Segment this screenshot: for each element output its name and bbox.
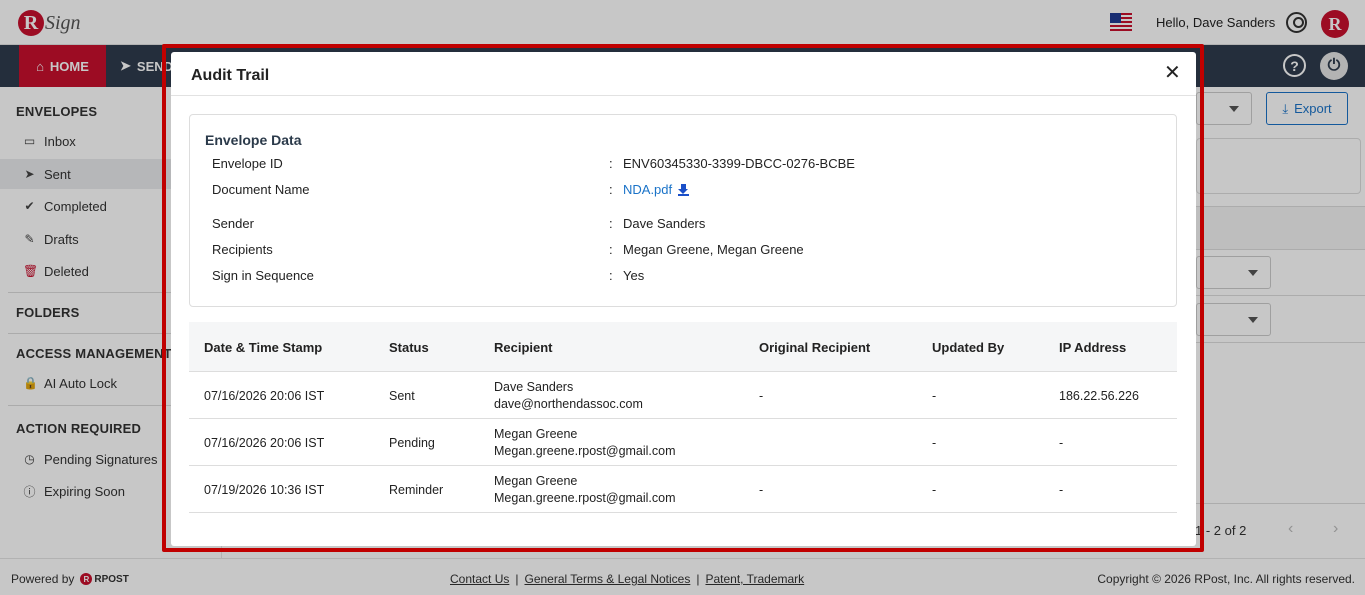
status-cell: Sent <box>389 388 415 403</box>
document-name-value[interactable]: NDA.pdf <box>623 182 672 197</box>
sender-value: Dave Sanders <box>623 216 706 231</box>
row-label: Sender <box>212 216 254 231</box>
table-row: 07/19/2026 10:36 IST Reminder Megan Gree… <box>189 466 1177 513</box>
recipient-cell: Megan Greene Megan.greene.rpost@gmail.co… <box>494 419 676 466</box>
close-icon[interactable]: ✕ <box>1164 63 1181 83</box>
audit-trail-modal: Audit Trail ✕ Envelope Data Envelope ID … <box>171 52 1196 546</box>
row-colon: : <box>609 242 613 257</box>
ip-address-cell: 186.22.56.226 <box>1059 388 1139 403</box>
row-label: Recipients <box>212 242 273 257</box>
updated-by-cell: - <box>932 482 937 497</box>
document-name-row: Document Name : NDA.pdf <box>190 182 1178 200</box>
original-recipient-cell: - <box>759 482 764 497</box>
status-cell: Reminder <box>389 482 444 497</box>
sender-row: Sender : Dave Sanders <box>190 216 1178 234</box>
col-header: Updated By <box>932 339 1005 355</box>
col-header: IP Address <box>1059 339 1127 355</box>
envelope-data-title: Envelope Data <box>205 132 302 148</box>
row-label: Document Name <box>212 182 310 197</box>
row-label: Envelope ID <box>212 156 283 171</box>
ip-address-cell: - <box>1059 482 1064 497</box>
modal-header: Audit Trail ✕ <box>171 52 1196 96</box>
date-cell: 07/16/2026 20:06 IST <box>204 388 325 403</box>
date-cell: 07/19/2026 10:36 IST <box>204 482 325 497</box>
original-recipient-cell: - <box>759 388 764 403</box>
ip-address-cell: - <box>1059 435 1064 450</box>
recipient-cell: Dave Sanders dave@northendassoc.com <box>494 372 643 419</box>
sign-in-sequence-value: Yes <box>623 268 645 283</box>
recipient-email: Megan.greene.rpost@gmail.com <box>494 491 676 505</box>
recipients-row: Recipients : Megan Greene, Megan Greene <box>190 242 1178 260</box>
envelope-id-value: ENV60345330-3399-DBCC-0276-BCBE <box>623 156 855 171</box>
col-header: Original Recipient <box>759 339 871 355</box>
recipient-cell: Megan Greene Megan.greene.rpost@gmail.co… <box>494 466 676 513</box>
status-cell: Pending <box>389 435 435 450</box>
recipient-name: Dave Sanders <box>494 380 574 394</box>
col-header: Date & Time Stamp <box>204 339 323 355</box>
document-link[interactable]: NDA.pdf <box>623 182 690 197</box>
recipient-name: Megan Greene <box>494 474 578 488</box>
recipient-email: Megan.greene.rpost@gmail.com <box>494 444 676 458</box>
updated-by-cell: - <box>932 435 937 450</box>
recipient-email: dave@northendassoc.com <box>494 397 643 411</box>
row-colon: : <box>609 268 613 283</box>
date-cell: 07/16/2026 20:06 IST <box>204 435 325 450</box>
row-colon: : <box>609 182 613 197</box>
row-colon: : <box>609 216 613 231</box>
table-header: Date & Time Stamp Status Recipient Origi… <box>189 322 1177 372</box>
envelope-data-card: Envelope Data Envelope ID : ENV60345330-… <box>189 114 1177 307</box>
row-colon: : <box>609 156 613 171</box>
recipients-value: Megan Greene, Megan Greene <box>623 242 804 257</box>
table-row: 07/16/2026 20:06 IST Sent Dave Sanders d… <box>189 372 1177 419</box>
recipient-name: Megan Greene <box>494 427 578 441</box>
col-header: Recipient <box>494 339 553 355</box>
download-icon[interactable] <box>678 183 690 196</box>
col-header: Status <box>389 339 429 355</box>
sign-in-sequence-row: Sign in Sequence : Yes <box>190 268 1178 286</box>
envelope-id-row: Envelope ID : ENV60345330-3399-DBCC-0276… <box>190 156 1178 174</box>
modal-title: Audit Trail <box>191 67 270 84</box>
updated-by-cell: - <box>932 388 937 403</box>
table-row: 07/16/2026 20:06 IST Pending Megan Green… <box>189 419 1177 466</box>
row-label: Sign in Sequence <box>212 268 314 283</box>
